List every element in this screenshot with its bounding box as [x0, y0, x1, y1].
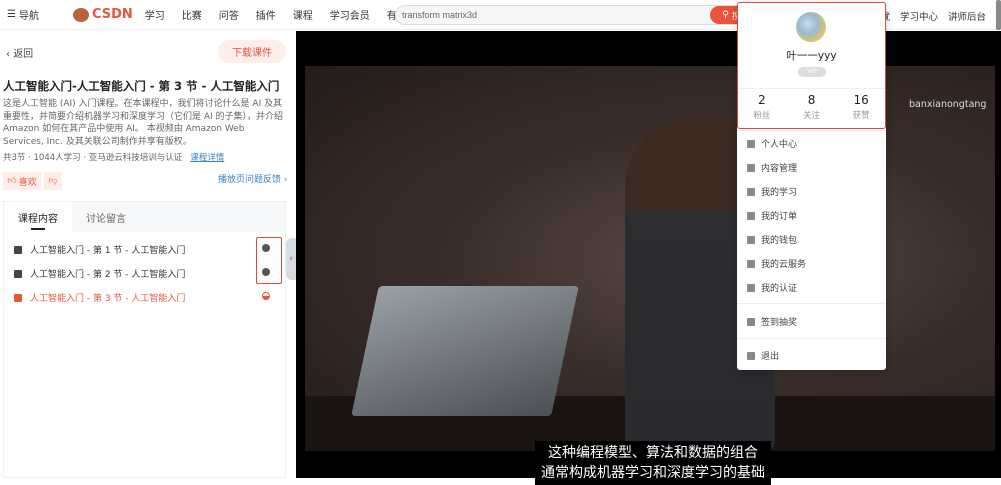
feedback-link[interactable]: 播放页问题反馈 ›: [218, 172, 287, 185]
course-detail-link[interactable]: 课程详情: [190, 153, 224, 163]
menu-orders[interactable]: 我的订单: [747, 209, 797, 222]
video-icon: [14, 269, 22, 278]
video-laptop: [351, 286, 579, 416]
document-icon: [747, 163, 755, 172]
wallet-icon: [747, 235, 755, 244]
divider: [737, 338, 886, 339]
chevron-left-icon: ‹: [289, 254, 293, 264]
menu-course[interactable]: 课程: [293, 7, 313, 22]
logo-mascot-icon: [72, 7, 89, 22]
progress-status-icon: [262, 292, 270, 300]
like-button[interactable]: 👍︎ 喜欢: [3, 172, 41, 190]
gift-icon: [747, 317, 755, 326]
dislike-button[interactable]: 👎︎: [44, 172, 62, 190]
thumb-down-icon: 👎︎: [48, 176, 58, 186]
scrollbar[interactable]: [996, 0, 1001, 30]
cloud-icon: [747, 259, 755, 268]
menu-member[interactable]: 学习会员: [330, 7, 370, 22]
download-button[interactable]: 下载课件: [218, 40, 286, 63]
link-learning-center[interactable]: 学习中心: [900, 9, 938, 23]
csdn-logo[interactable]: CSDN: [72, 7, 133, 22]
link-instructor[interactable]: 讲师后台: [948, 9, 986, 23]
menu-checkin[interactable]: 签到抽奖: [747, 315, 797, 328]
search-icon: ⚲: [722, 10, 729, 20]
subtitle: 这种编程模型、算法和数据的组合 通常构成机器学习和深度学习的基础: [535, 441, 771, 485]
menu-learn[interactable]: 学习: [145, 7, 165, 22]
divider: [737, 130, 886, 131]
course-description: 这是人工智能 (AI) 入门课程。在本课程中，我们将讨论什么是 AI 及其重要性…: [3, 99, 284, 148]
logout-icon: [747, 351, 755, 360]
video-icon: [14, 245, 22, 254]
menu-content[interactable]: 内容管理: [747, 161, 797, 174]
menu-qa[interactable]: 问答: [219, 7, 239, 22]
menu-certification[interactable]: 我的认证: [747, 281, 797, 294]
order-icon: [747, 211, 755, 220]
lesson-item[interactable]: 人工智能入门 - 第 2 节 - 人工智能入门: [14, 267, 185, 280]
menu-plugin[interactable]: 插件: [256, 7, 276, 22]
tab-course-content[interactable]: 课程内容: [4, 202, 72, 232]
menu-cloud[interactable]: 我的云服务: [747, 257, 806, 270]
video-player[interactable]: banxianongtang 这种编程模型、算法和数据的组合 通常构成机器学习和深…: [296, 31, 1001, 485]
highlight-box: [737, 2, 886, 129]
back-button[interactable]: ‹ 返回: [6, 45, 33, 60]
menu-contest[interactable]: 比赛: [182, 7, 202, 22]
course-sidebar: ‹ 返回 下载课件 人工智能入门-人工智能入门 - 第 3 节 - 人工智能入门…: [0, 31, 296, 478]
menu-profile[interactable]: 个人中心: [747, 137, 797, 150]
collapse-sidebar-button[interactable]: ‹: [286, 238, 296, 280]
course-meta: 共3节 · 1044人学习 · 亚马逊云科技培训与认证 课程详情: [3, 153, 225, 163]
menu-learning[interactable]: 我的学习: [747, 185, 797, 198]
search-input[interactable]: [396, 6, 696, 24]
divider: [737, 303, 886, 304]
watermark: banxianongtang: [909, 99, 987, 110]
tab-discussion[interactable]: 讨论留言: [72, 202, 140, 232]
thumb-up-icon: 👍︎: [7, 176, 17, 186]
shield-icon: [747, 283, 755, 292]
video-frame: banxianongtang 这种编程模型、算法和数据的组合 通常构成机器学习和深…: [305, 66, 995, 485]
course-title: 人工智能入门-人工智能入门 - 第 3 节 - 人工智能入门: [3, 79, 280, 93]
graduation-icon: [747, 187, 755, 196]
nav-menu-button[interactable]: ☰ 导航: [7, 7, 39, 22]
search-box: ⚲搜索: [395, 5, 763, 25]
lesson-item[interactable]: 人工智能入门 - 第 1 节 - 人工智能入门: [14, 243, 185, 256]
menu-wallet[interactable]: 我的钱包: [747, 233, 797, 246]
user-dropdown: 叶一一yyy VIP 2 粉丝 8 关注 16 获赞 个人中心 内容管理 我的学习 我…: [737, 2, 886, 370]
user-icon: [747, 139, 755, 148]
menu-logout[interactable]: 退出: [747, 349, 779, 362]
playing-icon: [14, 293, 22, 302]
highlight-box: [256, 237, 282, 284]
lesson-item-current[interactable]: 人工智能入门 - 第 3 节 - 人工智能入门: [14, 291, 185, 304]
hamburger-icon: ☰: [7, 9, 16, 20]
